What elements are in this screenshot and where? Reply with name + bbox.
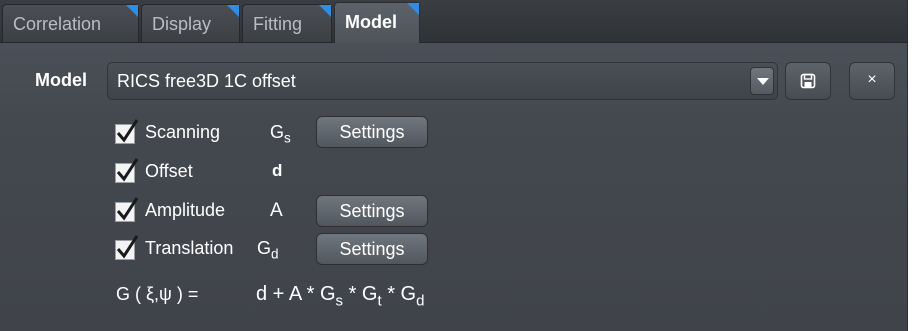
scanning-label: Scanning (145, 122, 221, 142)
close-icon: × (867, 71, 877, 88)
tab-model[interactable]: Model (334, 2, 420, 43)
symbol-base: G (257, 238, 272, 258)
scanning-settings-button[interactable]: Settings (316, 116, 428, 148)
scanning-symbol: Gs (270, 122, 291, 146)
tab-corner-marker (407, 3, 419, 15)
formula-subscript: d (416, 292, 425, 310)
amplitude-checkbox[interactable] (115, 197, 139, 222)
close-model-button[interactable]: × (849, 62, 895, 100)
translation-settings-button[interactable]: Settings (316, 233, 428, 265)
tab-display-label: Display (152, 14, 212, 34)
offset-symbol: d (272, 161, 283, 180)
check-icon (116, 197, 139, 221)
check-icon (116, 119, 139, 143)
tab-fitting[interactable]: Fitting (242, 4, 332, 42)
tab-correlation[interactable]: Correlation (2, 4, 139, 42)
tab-corner-marker (227, 5, 239, 17)
tab-model-label: Model (345, 12, 397, 32)
formula-term: d + A * G (256, 283, 336, 305)
chevron-down-icon (757, 78, 769, 85)
save-model-button[interactable] (785, 62, 831, 100)
symbol-subscript: s (284, 130, 291, 146)
formula-lhs: G ( ξ,ψ ) = (116, 284, 199, 304)
tab-fitting-label: Fitting (253, 14, 303, 34)
amplitude-settings-button[interactable]: Settings (316, 195, 428, 227)
check-icon (116, 158, 139, 182)
formula-term: * G (381, 283, 417, 305)
model-label: Model (35, 70, 87, 90)
offset-checkbox[interactable] (115, 158, 139, 183)
model-dropdown-button[interactable] (750, 67, 774, 95)
model-select-value: RICS free3D 1C offset (117, 71, 296, 91)
tab-corner-marker (126, 5, 138, 17)
tab-display[interactable]: Display (141, 4, 240, 42)
check-icon (116, 235, 139, 259)
translation-checkbox[interactable] (115, 235, 139, 260)
translation-symbol: Gd (257, 238, 279, 262)
formula-subscript: s (335, 292, 344, 310)
symbol-base: G (270, 122, 285, 142)
scanning-checkbox[interactable] (115, 119, 139, 144)
translation-label: Translation (145, 238, 234, 258)
tab-corner-marker (319, 5, 331, 17)
model-select[interactable]: RICS free3D 1C offset (107, 62, 778, 100)
offset-label: Offset (145, 161, 193, 181)
amplitude-symbol: A (270, 200, 283, 221)
tab-correlation-label: Correlation (13, 14, 102, 34)
formula-term: * G (343, 283, 378, 305)
tab-bar: Correlation Display Fitting Model (0, 0, 907, 43)
save-icon (800, 73, 816, 89)
amplitude-label: Amplitude (145, 200, 226, 220)
model-panel: Correlation Display Fitting Model Model … (0, 0, 908, 331)
formula-rhs: d + A * Gs * Gt * Gd (256, 283, 424, 309)
symbol-subscript: d (271, 246, 279, 262)
